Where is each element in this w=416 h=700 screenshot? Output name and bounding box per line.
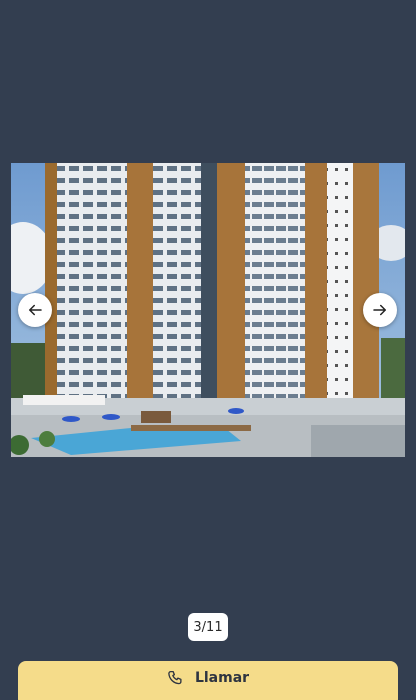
call-button[interactable]: Llamar — [18, 661, 398, 700]
photo-gallery-viewer: 3/11 Llamar — [0, 0, 416, 700]
building-photo — [11, 163, 405, 457]
call-button-label: Llamar — [194, 670, 250, 686]
arrow-left-icon — [29, 304, 42, 316]
next-image-button[interactable] — [363, 293, 397, 327]
arrow-right-icon — [373, 304, 386, 316]
previous-image-button[interactable] — [18, 293, 52, 327]
image-counter: 3/11 — [188, 613, 228, 641]
phone-icon — [168, 670, 182, 685]
